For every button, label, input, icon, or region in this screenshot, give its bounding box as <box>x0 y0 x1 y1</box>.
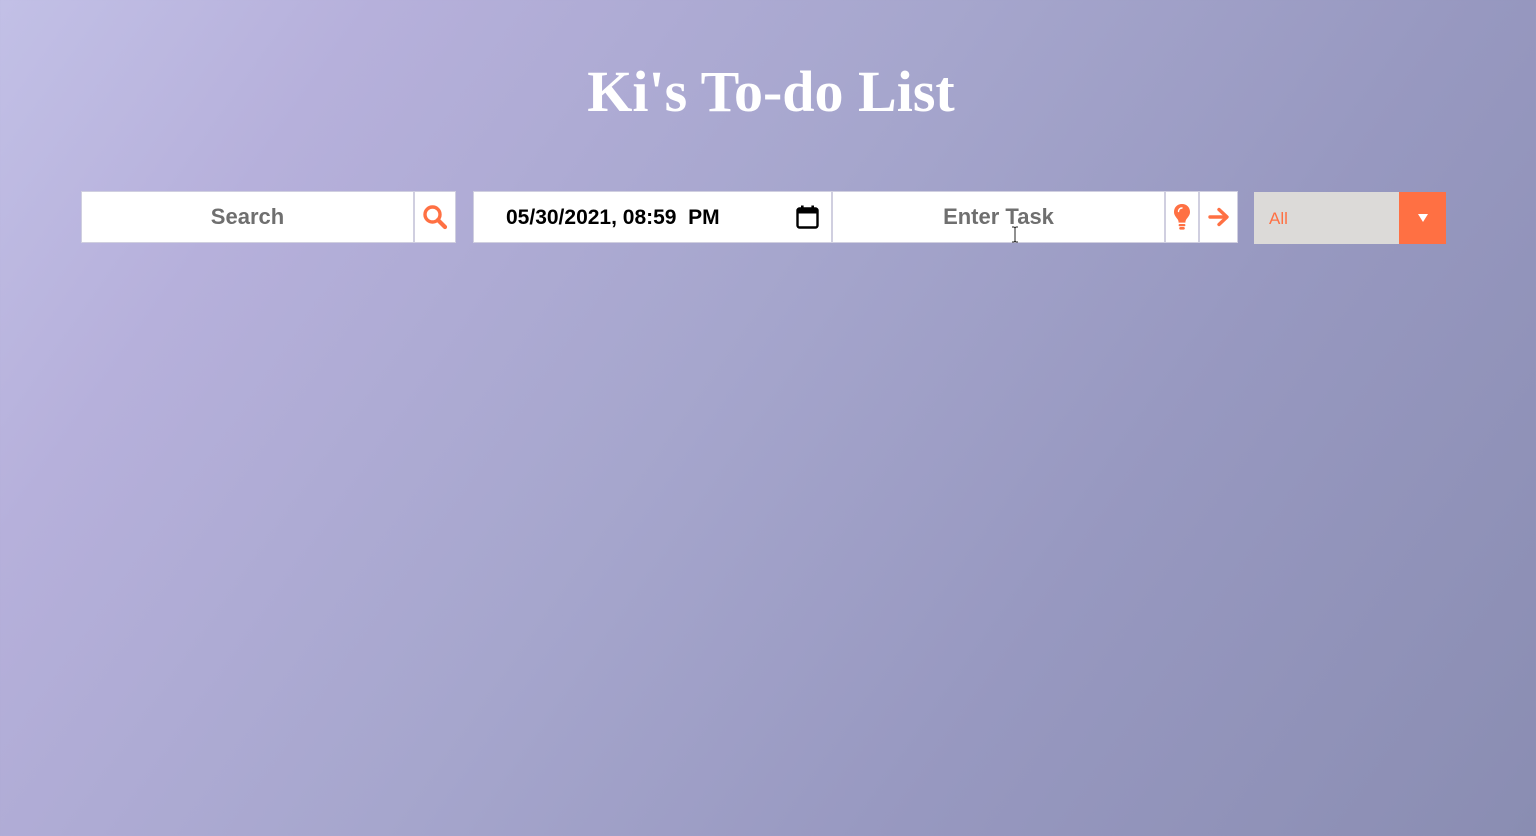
task-input[interactable] <box>833 192 1164 242</box>
arrow-right-icon <box>1207 207 1229 227</box>
search-input[interactable] <box>82 192 413 242</box>
task-box <box>832 191 1165 243</box>
calendar-picker-button[interactable] <box>795 205 819 229</box>
search-box <box>81 191 414 243</box>
add-task-button[interactable] <box>1199 191 1238 243</box>
calendar-icon <box>795 205 819 229</box>
filter-selected-value: All <box>1269 209 1288 228</box>
datetime-input[interactable]: 05/30/2021, 08:59 PM <box>473 191 832 243</box>
filter-dropdown-toggle[interactable] <box>1399 192 1446 244</box>
filter-select[interactable]: All <box>1254 192 1446 244</box>
idea-button[interactable] <box>1165 191 1199 243</box>
search-icon <box>423 205 448 230</box>
search-button[interactable] <box>414 191 456 243</box>
datetime-value[interactable]: 05/30/2021, 08:59 PM <box>506 192 720 242</box>
page-title: Ki's To-do List <box>587 59 955 124</box>
lightbulb-icon <box>1174 204 1190 230</box>
caret-down-icon <box>1417 214 1428 222</box>
text-cursor-icon <box>1012 226 1018 243</box>
